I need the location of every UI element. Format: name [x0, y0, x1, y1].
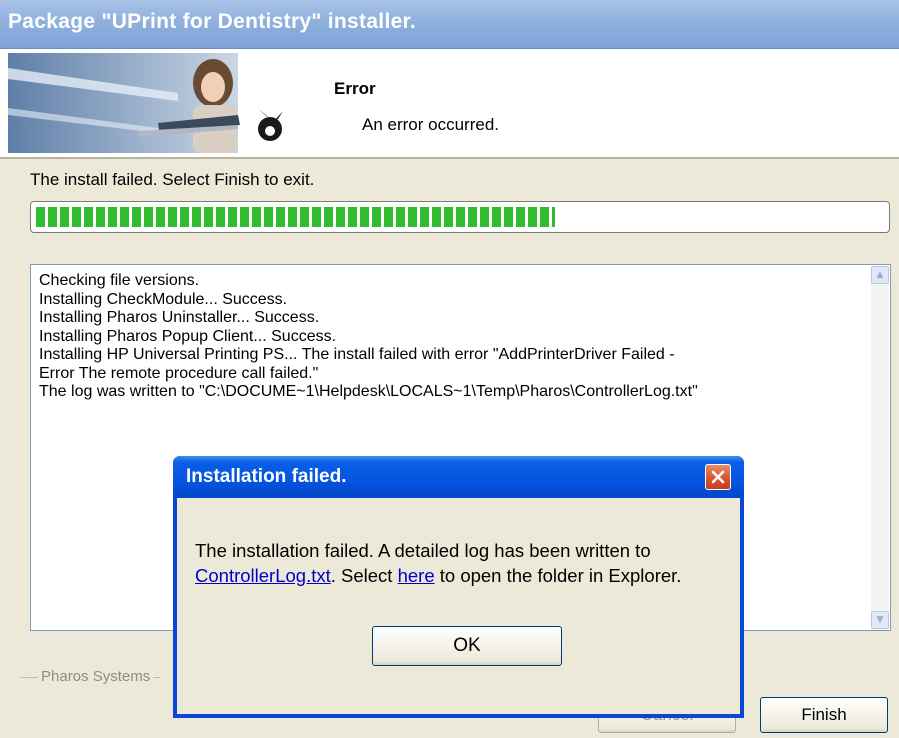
window-title: Package "UPrint for Dentistry" installer… — [8, 10, 417, 33]
progress-bar — [30, 201, 890, 233]
close-button[interactable] — [705, 464, 731, 490]
status-text: The install failed. Select Finish to exi… — [30, 170, 315, 189]
dialog-titlebar[interactable]: Installation failed. — [173, 456, 744, 498]
dialog-message-part2: . Select — [330, 565, 398, 586]
open-folder-link[interactable]: here — [398, 565, 435, 586]
log-line: Error The remote procedure call failed." — [39, 364, 319, 382]
log-line: Installing HP Universal Printing PS... T… — [39, 346, 675, 363]
log-line: Installing Pharos Uninstaller... Success… — [39, 309, 320, 326]
ok-button[interactable]: OK — [372, 626, 562, 666]
dialog-message-part1: The installation failed. A detailed log … — [195, 540, 651, 561]
log-line: Checking file versions. — [39, 272, 200, 289]
progress-fill — [36, 207, 555, 227]
dialog-message: The installation failed. A detailed log … — [195, 538, 735, 588]
log-line: Installing Pharos Popup Client... Succes… — [39, 327, 337, 345]
close-icon — [711, 470, 725, 484]
scroll-up-icon[interactable]: ▲ — [871, 266, 889, 284]
dialog-message-part3: to open the folder in Explorer. — [434, 565, 682, 586]
banner-illustration — [8, 53, 283, 153]
dialog-title: Installation failed. — [186, 466, 347, 487]
installer-titlebar[interactable]: Package "UPrint for Dentistry" installer… — [0, 0, 899, 49]
log-file-link[interactable]: ControllerLog.txt — [195, 565, 331, 586]
log-scrollbar[interactable]: ▲ ▼ — [871, 266, 889, 629]
dialog-body: The installation failed. A detailed log … — [177, 498, 740, 714]
group-label: Pharos Systems — [38, 668, 154, 685]
finish-button[interactable]: Finish — [760, 697, 888, 733]
banner-heading: Error — [334, 79, 376, 98]
banner-subtext: An error occurred. — [362, 115, 499, 134]
header-banner: Error An error occurred. — [0, 49, 899, 159]
installation-failed-dialog: Installation failed. The installation fa… — [173, 456, 744, 718]
log-lines: Checking file versions. Installing CheckM… — [39, 272, 859, 402]
log-line: Installing CheckModule... Success. — [39, 290, 288, 308]
scroll-down-icon[interactable]: ▼ — [871, 611, 889, 629]
log-line: The log was written to "C:\DOCUME~1\Help… — [39, 383, 698, 400]
